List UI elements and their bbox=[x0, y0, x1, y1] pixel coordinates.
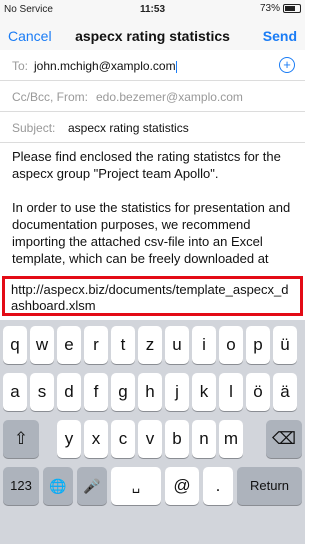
battery-status: 73% bbox=[260, 3, 301, 14]
subject-value[interactable]: aspecx rating statistics bbox=[68, 121, 189, 135]
key-p[interactable]: p bbox=[246, 326, 270, 364]
keyboard: q w e r t z u i o p ü a s d f g h j k l … bbox=[0, 320, 305, 544]
key-o-umlaut[interactable]: ö bbox=[246, 373, 270, 411]
to-value: john.mchigh@xamplo.com bbox=[34, 59, 176, 73]
microphone-key-icon[interactable]: 🎤 bbox=[77, 467, 107, 505]
battery-icon bbox=[283, 4, 301, 13]
cc-bcc-from-field[interactable]: Cc/Bcc, From: edo.bezemer@xamplo.com bbox=[0, 81, 305, 112]
key-g[interactable]: g bbox=[111, 373, 135, 411]
to-input[interactable]: john.mchigh@xamplo.com bbox=[34, 59, 177, 73]
key-o[interactable]: o bbox=[219, 326, 243, 364]
to-label: To: bbox=[12, 59, 29, 73]
dot-key[interactable]: . bbox=[203, 467, 233, 505]
key-d[interactable]: d bbox=[57, 373, 81, 411]
key-s[interactable]: s bbox=[30, 373, 54, 411]
key-j[interactable]: j bbox=[165, 373, 189, 411]
battery-percent: 73% bbox=[259, 3, 280, 14]
subject-label: Subject: bbox=[12, 121, 56, 135]
status-bar: No Service 11:53 73% bbox=[0, 0, 305, 20]
key-v[interactable]: v bbox=[138, 420, 162, 458]
from-value: edo.bezemer@xamplo.com bbox=[96, 90, 243, 104]
battery-level bbox=[285, 6, 295, 11]
message-body[interactable]: Please find enclosed the rating statistc… bbox=[12, 148, 302, 284]
key-w[interactable]: w bbox=[30, 326, 54, 364]
subject-field[interactable]: Subject: aspecx rating statistics bbox=[0, 112, 305, 143]
compose-nav-bar: Cancel aspecx rating statistics Send bbox=[0, 20, 305, 50]
at-key[interactable]: @ bbox=[165, 467, 199, 505]
text-cursor bbox=[175, 60, 177, 73]
cc-bcc-from-label: Cc/Bcc, From: bbox=[12, 90, 89, 104]
key-a[interactable]: a bbox=[3, 373, 27, 411]
return-key[interactable]: Return bbox=[237, 467, 302, 505]
numbers-key[interactable]: 123 bbox=[3, 467, 39, 505]
delete-key-icon[interactable]: ⌫ bbox=[266, 420, 302, 458]
key-r[interactable]: r bbox=[84, 326, 108, 364]
key-m[interactable]: m bbox=[219, 420, 243, 458]
body-paragraph-1: Please find enclosed the rating statistc… bbox=[12, 149, 281, 181]
body-paragraph-2: In order to use the statistics for prese… bbox=[12, 200, 291, 266]
template-download-link[interactable]: http://aspecx.biz/documents/template_asp… bbox=[2, 276, 303, 316]
space-key[interactable]: ␣ bbox=[111, 467, 161, 505]
key-x[interactable]: x bbox=[84, 420, 108, 458]
key-q[interactable]: q bbox=[3, 326, 27, 364]
key-n[interactable]: n bbox=[192, 420, 216, 458]
key-l[interactable]: l bbox=[219, 373, 243, 411]
key-b[interactable]: b bbox=[165, 420, 189, 458]
to-field[interactable]: To: john.mchigh@xamplo.com + bbox=[0, 50, 305, 81]
key-y[interactable]: y bbox=[57, 420, 81, 458]
key-u[interactable]: u bbox=[165, 326, 189, 364]
shift-key-icon[interactable]: ⇧ bbox=[3, 420, 39, 458]
key-e[interactable]: e bbox=[57, 326, 81, 364]
key-z[interactable]: z bbox=[138, 326, 162, 364]
key-t[interactable]: t bbox=[111, 326, 135, 364]
key-h[interactable]: h bbox=[138, 373, 162, 411]
send-button[interactable]: Send bbox=[263, 28, 297, 44]
key-k[interactable]: k bbox=[192, 373, 216, 411]
key-f[interactable]: f bbox=[84, 373, 108, 411]
key-c[interactable]: c bbox=[111, 420, 135, 458]
key-u-umlaut[interactable]: ü bbox=[273, 326, 297, 364]
compose-title: aspecx rating statistics bbox=[75, 28, 230, 44]
add-recipient-icon[interactable]: + bbox=[279, 57, 295, 73]
globe-key-icon[interactable]: 🌐 bbox=[43, 467, 73, 505]
key-i[interactable]: i bbox=[192, 326, 216, 364]
key-a-umlaut[interactable]: ä bbox=[273, 373, 297, 411]
